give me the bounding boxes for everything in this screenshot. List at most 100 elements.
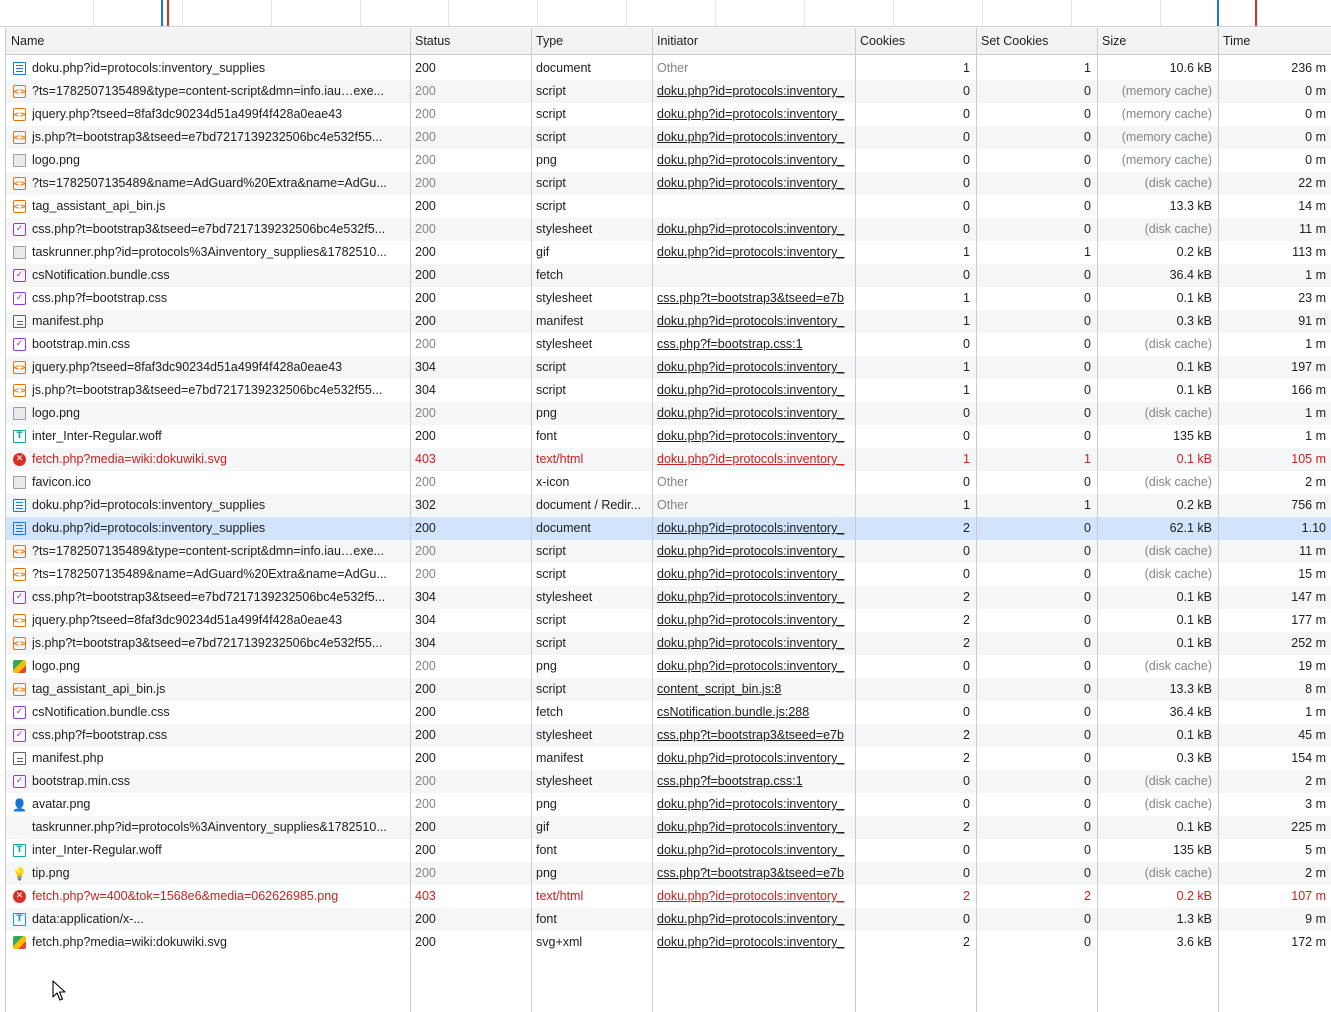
table-row[interactable]: ✓ csNotification.bundle.css 200 fetch 0 0 36.4… [6,264,1331,287]
initiator-link[interactable]: doku.php?id=protocols:inventory_ [657,521,844,535]
network-request-table[interactable]: Name Status Type Initiator Cookies Set C… [5,28,1331,1012]
initiator-cell[interactable]: doku.php?id=protocols:inventory_ [652,310,855,333]
table-row[interactable]: doku.php?id=protocols:inventory_supplies… [6,517,1331,540]
request-name-cell[interactable]: logo.png [6,149,410,172]
request-name-cell[interactable]: ✓ css.php?f=bootstrap.css [6,724,410,747]
table-row[interactable]: ✓ csNotification.bundle.css 200 fetch csNoti… [6,701,1331,724]
initiator-link[interactable]: doku.php?id=protocols:inventory_ [657,636,844,650]
table-row[interactable]: manifest.php 200 manifest doku.php?id=proto… [6,747,1331,770]
table-row[interactable]: <> jquery.php?tseed=8faf3dc90234d51a499f4… [6,103,1331,126]
request-name-cell[interactable]: <> ?ts=1782507135489&type=content-script&… [6,80,410,103]
initiator-link[interactable]: doku.php?id=protocols:inventory_ [657,107,844,121]
table-row[interactable]: ✓ css.php?t=bootstrap3&tseed=e7bd72171392… [6,218,1331,241]
request-name-cell[interactable]: <> jquery.php?tseed=8faf3dc90234d51a499f4… [6,609,410,632]
column-header-time[interactable]: Time [1218,28,1331,55]
column-header-status[interactable]: Status [410,28,531,55]
initiator-link[interactable]: css.php?t=bootstrap3&tseed=e7b [657,291,844,305]
initiator-cell[interactable]: doku.php?id=protocols:inventory_ [652,103,855,126]
initiator-cell[interactable]: css.php?t=bootstrap3&tseed=e7b [652,287,855,310]
table-row[interactable]: <> js.php?t=bootstrap3&tseed=e7bd72171392… [6,379,1331,402]
request-name-cell[interactable]: ✓ csNotification.bundle.css [6,264,410,287]
request-name-cell[interactable]: <> tag_assistant_api_bin.js [6,678,410,701]
table-row[interactable]: logo.png 200 png doku.php?id=protocols:inve… [6,655,1331,678]
request-name-cell[interactable]: ✓ css.php?f=bootstrap.css [6,287,410,310]
initiator-cell[interactable]: doku.php?id=protocols:inventory_ [652,563,855,586]
request-name-cell[interactable]: <> js.php?t=bootstrap3&tseed=e7bd72171392… [6,379,410,402]
initiator-link[interactable]: doku.php?id=protocols:inventory_ [657,912,844,926]
initiator-link[interactable]: doku.php?id=protocols:inventory_ [657,130,844,144]
table-row[interactable]: ✓ css.php?t=bootstrap3&tseed=e7bd72171392… [6,586,1331,609]
column-header-initiator[interactable]: Initiator [652,28,855,55]
initiator-cell[interactable]: doku.php?id=protocols:inventory_ [652,586,855,609]
column-header-type[interactable]: Type [531,28,652,55]
request-name-cell[interactable]: <> ?ts=1782507135489&name=AdGuard%20Extra… [6,172,410,195]
request-name-cell[interactable]: <> js.php?t=bootstrap3&tseed=e7bd72171392… [6,126,410,149]
column-divider[interactable] [652,28,653,1012]
initiator-link[interactable]: doku.php?id=protocols:inventory_ [657,245,844,259]
column-divider[interactable] [410,28,411,1012]
table-row[interactable]: <> tag_assistant_api_bin.js 200 script conte… [6,678,1331,701]
request-name-cell[interactable]: <> tag_assistant_api_bin.js [6,195,410,218]
table-row[interactable]: ✓ css.php?f=bootstrap.css 200 stylesheet css… [6,724,1331,747]
table-row[interactable]: logo.png 200 png doku.php?id=protocols:inve… [6,402,1331,425]
request-name-cell[interactable]: ✓ csNotification.bundle.css [6,701,410,724]
column-divider[interactable] [1097,28,1098,1012]
request-name-cell[interactable]: taskrunner.php?id=protocols%3Ainventory_… [6,241,410,264]
request-name-cell[interactable]: <> ?ts=1782507135489&type=content-script&… [6,540,410,563]
initiator-cell[interactable]: doku.php?id=protocols:inventory_ [652,425,855,448]
request-name-cell[interactable]: favicon.ico [6,471,410,494]
initiator-link[interactable]: doku.php?id=protocols:inventory_ [657,820,844,834]
table-row[interactable]: logo.png 200 png doku.php?id=protocols:inve… [6,149,1331,172]
request-name-cell[interactable]: <> js.php?t=bootstrap3&tseed=e7bd72171392… [6,632,410,655]
request-name-cell[interactable]: taskrunner.php?id=protocols%3Ainventory_… [6,816,410,839]
table-row[interactable]: <> ?ts=1782507135489&type=content-script&… [6,80,1331,103]
column-divider[interactable] [531,28,532,1012]
request-name-cell[interactable]: ✓ css.php?t=bootstrap3&tseed=e7bd72171392… [6,218,410,241]
column-divider[interactable] [855,28,856,1012]
initiator-cell[interactable]: doku.php?id=protocols:inventory_ [652,632,855,655]
table-row[interactable]: <> ?ts=1782507135489&type=content-script&… [6,540,1331,563]
column-header-name[interactable]: Name [6,28,410,55]
table-row[interactable]: <> tag_assistant_api_bin.js 200 script 0 0 13.… [6,195,1331,218]
initiator-link[interactable]: css.php?f=bootstrap.css:1 [657,337,803,351]
initiator-link[interactable]: doku.php?id=protocols:inventory_ [657,153,844,167]
initiator-cell[interactable]: doku.php?id=protocols:inventory_ [652,448,855,471]
network-overview-timeline[interactable] [0,0,1331,27]
initiator-link[interactable]: doku.php?id=protocols:inventory_ [657,751,844,765]
request-name-cell[interactable]: doku.php?id=protocols:inventory_supplies [6,494,410,517]
request-name-cell[interactable]: Tdata:application/x-... [6,908,410,931]
table-row[interactable]: <> jquery.php?tseed=8faf3dc90234d51a499f4… [6,356,1331,379]
table-row[interactable]: doku.php?id=protocols:inventory_supplies… [6,494,1331,517]
initiator-link[interactable]: doku.php?id=protocols:inventory_ [657,659,844,673]
column-header-size[interactable]: Size [1097,28,1218,55]
request-name-cell[interactable]: Tinter_Inter-Regular.woff [6,425,410,448]
initiator-cell[interactable]: doku.php?id=protocols:inventory_ [652,172,855,195]
initiator-cell[interactable]: css.php?f=bootstrap.css:1 [652,770,855,793]
initiator-cell[interactable]: doku.php?id=protocols:inventory_ [652,655,855,678]
request-name-cell[interactable]: ✕ fetch.php?media=wiki:dokuwiki.svg [6,448,410,471]
initiator-link[interactable]: content_script_bin.js:8 [657,682,781,696]
request-name-cell[interactable]: <> ?ts=1782507135489&name=AdGuard%20Extra… [6,563,410,586]
initiator-cell[interactable]: doku.php?id=protocols:inventory_ [652,540,855,563]
table-row[interactable]: taskrunner.php?id=protocols%3Ainventory_… [6,816,1331,839]
initiator-cell[interactable]: doku.php?id=protocols:inventory_ [652,356,855,379]
initiator-link[interactable]: css.php?t=bootstrap3&tseed=e7b [657,728,844,742]
request-name-cell[interactable]: doku.php?id=protocols:inventory_supplies [6,57,410,80]
initiator-link[interactable]: doku.php?id=protocols:inventory_ [657,222,844,236]
request-name-cell[interactable]: manifest.php [6,310,410,333]
table-row[interactable]: Tdata:application/x-... 200 font doku.php?i… [6,908,1331,931]
initiator-link[interactable]: doku.php?id=protocols:inventory_ [657,590,844,604]
initiator-link[interactable]: csNotification.bundle.js:288 [657,705,809,719]
initiator-link[interactable]: doku.php?id=protocols:inventory_ [657,843,844,857]
initiator-link[interactable]: doku.php?id=protocols:inventory_ [657,889,844,903]
initiator-cell[interactable]: doku.php?id=protocols:inventory_ [652,931,855,954]
initiator-link[interactable]: doku.php?id=protocols:inventory_ [657,429,844,443]
initiator-link[interactable]: doku.php?id=protocols:inventory_ [657,84,844,98]
initiator-link[interactable]: doku.php?id=protocols:inventory_ [657,176,844,190]
initiator-link[interactable]: css.php?f=bootstrap.css:1 [657,774,803,788]
table-row[interactable]: <> js.php?t=bootstrap3&tseed=e7bd72171392… [6,126,1331,149]
initiator-cell[interactable]: css.php?f=bootstrap.css:1 [652,333,855,356]
table-row[interactable]: manifest.php 200 manifest doku.php?id=proto… [6,310,1331,333]
request-name-cell[interactable]: fetch.php?media=wiki:dokuwiki.svg [6,931,410,954]
table-row[interactable]: ✓ bootstrap.min.css 200 stylesheet css.php?f… [6,333,1331,356]
